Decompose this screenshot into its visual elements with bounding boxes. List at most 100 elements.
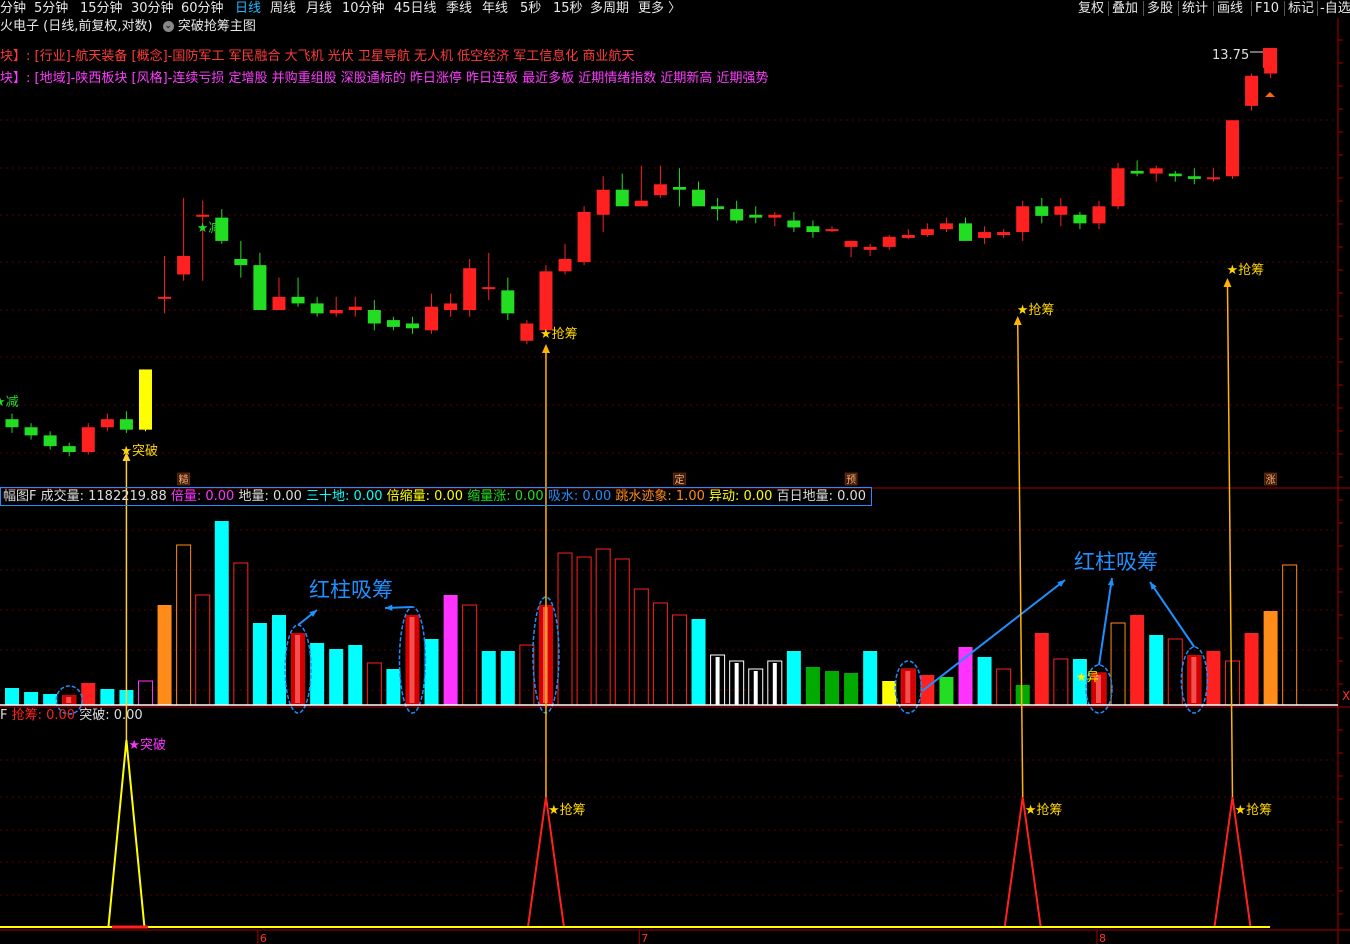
candle-body [844,240,858,247]
signal-label: ★抢筹 [1025,802,1063,818]
candle-body [386,320,400,327]
volume-bar-core [772,663,777,705]
volume-bar [786,651,801,705]
volume-bar [996,668,1012,706]
last-price-label: 13.75 [1212,48,1249,63]
candle-body [901,234,915,238]
candle-body [920,229,934,235]
candle-body [1054,206,1068,215]
candle-body [196,214,210,217]
volume-bar-core [715,657,720,705]
volume-indicator-header: 幅图F 成交量: 1182219.88 倍量: 0.00 地量: 0.00 三十… [0,487,872,506]
volume-bar [1034,633,1049,705]
volume-bar-core [734,663,739,705]
candle-body [730,209,744,221]
candle-body [291,296,305,304]
candle-body [81,427,95,452]
signal-spike [107,739,146,928]
volume-bar [557,552,573,706]
candle-body [100,419,114,428]
signal-connector-line [1226,283,1234,798]
candle-body [806,226,820,233]
stock-chart[interactable]: 67813.75★减★突破★减★抢筹★抢筹★抢筹糙定预涨红柱吸筹红柱吸筹★异X★… [0,0,1350,944]
candle-body [959,223,972,241]
candle-body [444,303,458,311]
candle-body [272,296,286,311]
candle-body [634,200,648,207]
volume-bar [176,544,192,706]
volume-header-item-0: 幅图F [3,489,41,504]
volume-bar [81,683,96,705]
volume-bar [863,651,878,705]
x-axis-label: 7 [641,932,648,944]
volume-bar [386,669,401,705]
candle-body [1187,176,1201,179]
candle-body [348,306,362,311]
volume-bar [882,681,897,705]
candle-body [1035,206,1049,216]
signal-marker: ★减 [197,221,222,236]
candle-body [882,236,896,247]
signal-header-item-2: 突破: 0.00 [79,708,143,723]
annotation-label: 红柱吸筹 [1074,550,1158,574]
candle-body [43,435,57,447]
volume-bar [691,619,706,705]
volume-bar [195,594,211,706]
volume-bar [214,521,229,705]
volume-bar [671,614,687,706]
candle-body [425,306,439,331]
candle-body [558,258,572,272]
candle-body [1168,173,1182,177]
volume-bar [1244,633,1259,705]
volume-bar [348,645,363,705]
volume-bar [1015,685,1030,705]
candle-body [367,310,381,324]
signal-connector-arrowhead [541,344,550,353]
candle-body [692,189,706,207]
annotation-arrow-line [1098,577,1113,666]
volume-header-item-10: 百日地量: 0.00 [776,489,867,504]
annotation-label: 红柱吸筹 [309,578,393,602]
candle-body [787,220,801,228]
candle-body [939,223,953,230]
last-candle-highlight [1263,48,1277,68]
volume-bar [1149,635,1164,705]
x-axis-label: 6 [260,932,267,944]
volume-bar [1110,622,1126,706]
volume-bar [576,556,592,706]
yi-signal-label: ★异 [1076,670,1099,684]
candle-body [177,255,191,275]
candle-body [138,369,152,430]
candle-body [653,184,667,196]
grid-lines [0,119,1338,896]
volume-bar [1053,658,1069,706]
signal-label: ★抢筹 [548,802,586,818]
signal-label: ★抢筹 [1234,802,1272,818]
volume-bar [100,689,115,705]
volume-bar [443,595,458,705]
highlight-bar-shine [905,671,911,703]
annotation-arrow-head [385,604,393,611]
axis-x-marker: X [1342,689,1350,703]
candle-body [1016,206,1030,233]
candle-body [119,419,133,430]
volume-header-item-7: 吸水: 0.00 [547,489,616,504]
x-axis-label: 8 [1099,932,1106,944]
candle-body [1111,168,1125,207]
candle-body [329,310,343,314]
volume-bar-core [753,671,758,705]
volume-bar [43,694,58,705]
candle-body [1092,206,1106,224]
candle-body [997,232,1011,235]
volume-bar [137,680,153,706]
volume-bar [1263,611,1278,705]
candle-body [615,189,629,207]
volume-header-item-5: 倍缩量: 0.00 [386,489,468,504]
volume-bar [633,588,649,706]
candle-body [1225,120,1239,177]
candle-body [482,287,496,290]
candle-body [672,186,686,190]
candle-body [62,446,76,452]
candle-body [158,296,172,299]
volume-bar [1130,615,1145,705]
